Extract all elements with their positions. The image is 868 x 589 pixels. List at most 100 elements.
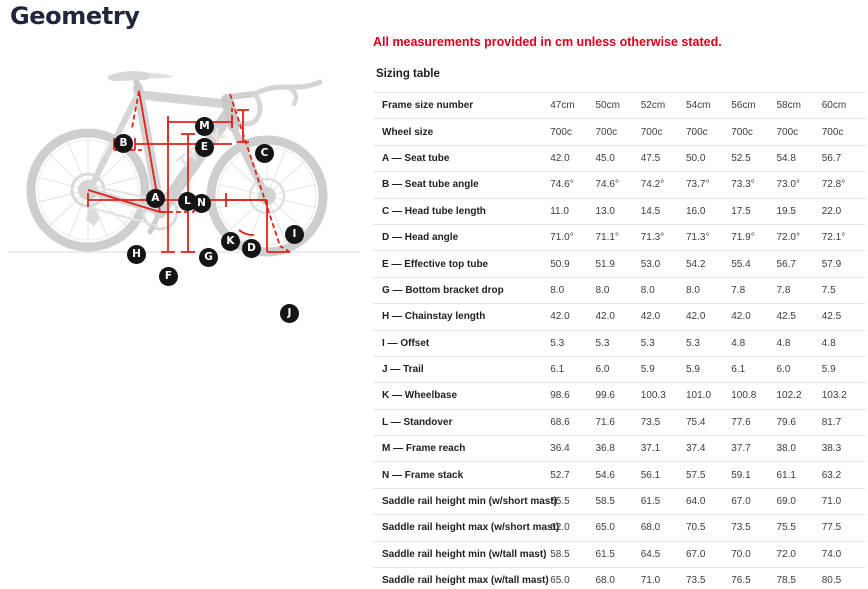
diagram-label-b: B xyxy=(114,134,133,153)
row-label: Wheel size xyxy=(373,118,549,146)
page-title: Geometry xyxy=(10,2,140,30)
cell-value: 700c xyxy=(729,118,775,146)
cell-value: 16.0 xyxy=(683,197,730,225)
cell-value: 103.2 xyxy=(819,382,865,410)
cell-value: 58.5 xyxy=(593,487,639,515)
cell-value: 71.3° xyxy=(638,223,684,251)
diagram-label-c: C xyxy=(255,144,274,163)
cell-value: 700c xyxy=(593,118,639,146)
cell-value: 56.7 xyxy=(774,250,820,278)
cell-value: 47cm xyxy=(548,91,594,119)
cell-value: 37.7 xyxy=(729,435,775,462)
cell-value: 5.9 xyxy=(638,355,684,383)
row-label: G — Bottom bracket drop xyxy=(373,276,549,304)
cell-value: 61.5 xyxy=(593,540,639,568)
cell-value: 7.5 xyxy=(819,276,865,304)
diagram-label-a: A xyxy=(146,189,165,208)
diagram-label-f: F xyxy=(159,267,178,286)
cell-value: 74.2° xyxy=(638,171,684,199)
cell-value: 45.0 xyxy=(593,144,639,172)
row-label: K — Wheelbase xyxy=(373,382,549,410)
cell-value: 13.0 xyxy=(593,197,639,225)
cell-value: 71.1° xyxy=(593,223,639,251)
cell-value: 72.0 xyxy=(774,540,820,568)
table-row: K — Wheelbase 98.6 99.6 100.3 101.0 100.8 102.… xyxy=(373,382,865,410)
cell-value: 50.9 xyxy=(548,250,594,278)
cell-value: 700c xyxy=(819,118,865,146)
cell-value: 71.6 xyxy=(593,408,639,436)
row-label: Saddle rail height min (w/short mast) xyxy=(373,487,557,515)
cell-value: 55.5 xyxy=(548,487,594,515)
cell-value: 7.8 xyxy=(774,276,820,304)
diagram-label-l: L xyxy=(178,192,197,211)
cell-value: 6.1 xyxy=(548,355,594,383)
row-label: A — Seat tube xyxy=(373,144,549,172)
table-row: L — Standover 68.6 71.6 73.5 75.4 77.6 79.6 81.… xyxy=(373,408,865,436)
cell-value: 73.7° xyxy=(683,171,730,199)
cell-value: 14.5 xyxy=(638,197,684,225)
cell-value: 8.0 xyxy=(593,276,639,304)
diagram-pane: Geometry B M E C N A L D I K G H F J xyxy=(0,0,368,589)
cell-value: 36.8 xyxy=(593,435,639,462)
cell-value: 52cm xyxy=(638,91,684,119)
cell-value: 80.5 xyxy=(819,567,865,589)
cell-value: 76.5 xyxy=(729,567,775,589)
cell-value: 72.1° xyxy=(819,223,865,251)
table-row: Frame size number 47cm 50cm 52cm 54cm 56cm 58c… xyxy=(373,91,865,119)
cell-value: 77.6 xyxy=(729,408,775,436)
cell-value: 42.0 xyxy=(548,144,594,172)
cell-value: 4.8 xyxy=(729,329,775,357)
cell-value: 42.0 xyxy=(548,303,594,331)
table-row: Saddle rail height min (w/tall mast) 58.5… xyxy=(373,540,865,568)
table-row: Saddle rail height max (w/tall mast) 65.0… xyxy=(373,567,865,589)
cell-value: 5.9 xyxy=(683,355,730,383)
table-row: Saddle rail height max (w/short mast) 62.… xyxy=(373,514,865,542)
cell-value: 11.0 xyxy=(548,197,594,225)
cell-value: 71.0 xyxy=(819,487,865,515)
table-row: D — Head angle 71.0° 71.1° 71.3° 71.3° 71.9° 7… xyxy=(373,223,865,251)
row-label: Saddle rail height min (w/tall mast) xyxy=(373,540,549,568)
measure-d-angle-arc xyxy=(238,229,255,236)
diagram-label-m: M xyxy=(195,117,214,136)
cell-value: 72.0° xyxy=(774,223,820,251)
cell-value: 42.5 xyxy=(774,303,820,331)
table-row: Saddle rail height min (w/short mast) 55.… xyxy=(373,487,865,515)
cell-value: 52.5 xyxy=(729,144,775,172)
cell-value: 71.3° xyxy=(683,223,730,251)
row-label: L — Standover xyxy=(373,408,549,436)
cell-value: 700c xyxy=(774,118,820,146)
diagram-label-h: H xyxy=(127,245,146,264)
cell-value: 70.0 xyxy=(729,540,775,568)
cell-value: 54.8 xyxy=(774,144,820,172)
row-label: Saddle rail height max (w/short mast) xyxy=(373,514,559,542)
sizing-pane: All measurements provided in cm unless o… xyxy=(368,0,868,589)
cell-value: 62.0 xyxy=(548,514,594,542)
row-label: J — Trail xyxy=(373,355,549,383)
cell-value: 73.5 xyxy=(729,514,775,542)
cell-value: 50.0 xyxy=(683,144,730,172)
cell-value: 74.0 xyxy=(819,540,865,568)
cell-value: 65.0 xyxy=(593,514,639,542)
cell-value: 22.0 xyxy=(819,197,865,225)
cell-value: 700c xyxy=(638,118,684,146)
table-row: H — Chainstay length 42.0 42.0 42.0 42.0 42.0… xyxy=(373,303,865,331)
cell-value: 56.1 xyxy=(638,461,684,489)
cell-value: 60cm xyxy=(819,91,865,119)
table-row: I — Offset 5.3 5.3 5.3 5.3 4.8 4.8 4.8 xyxy=(373,329,865,357)
diagram-label-g: G xyxy=(199,248,218,267)
cell-value: 7.8 xyxy=(729,276,775,304)
diagram-label-i: I xyxy=(285,225,304,244)
cell-value: 5.3 xyxy=(683,329,730,357)
row-label: D — Head angle xyxy=(373,223,549,251)
cell-value: 68.0 xyxy=(593,567,639,589)
cell-value: 81.7 xyxy=(819,408,865,436)
cell-value: 53.0 xyxy=(638,250,684,278)
cell-value: 67.0 xyxy=(729,487,775,515)
cell-value: 38.3 xyxy=(819,435,865,462)
diagram-label-e: E xyxy=(195,138,214,157)
bike-diagram-svg: TREK xyxy=(8,71,360,257)
cell-value: 5.9 xyxy=(819,355,865,383)
cell-value: 64.5 xyxy=(638,540,684,568)
cell-value: 58.5 xyxy=(548,540,594,568)
cell-value: 65.0 xyxy=(548,567,594,589)
